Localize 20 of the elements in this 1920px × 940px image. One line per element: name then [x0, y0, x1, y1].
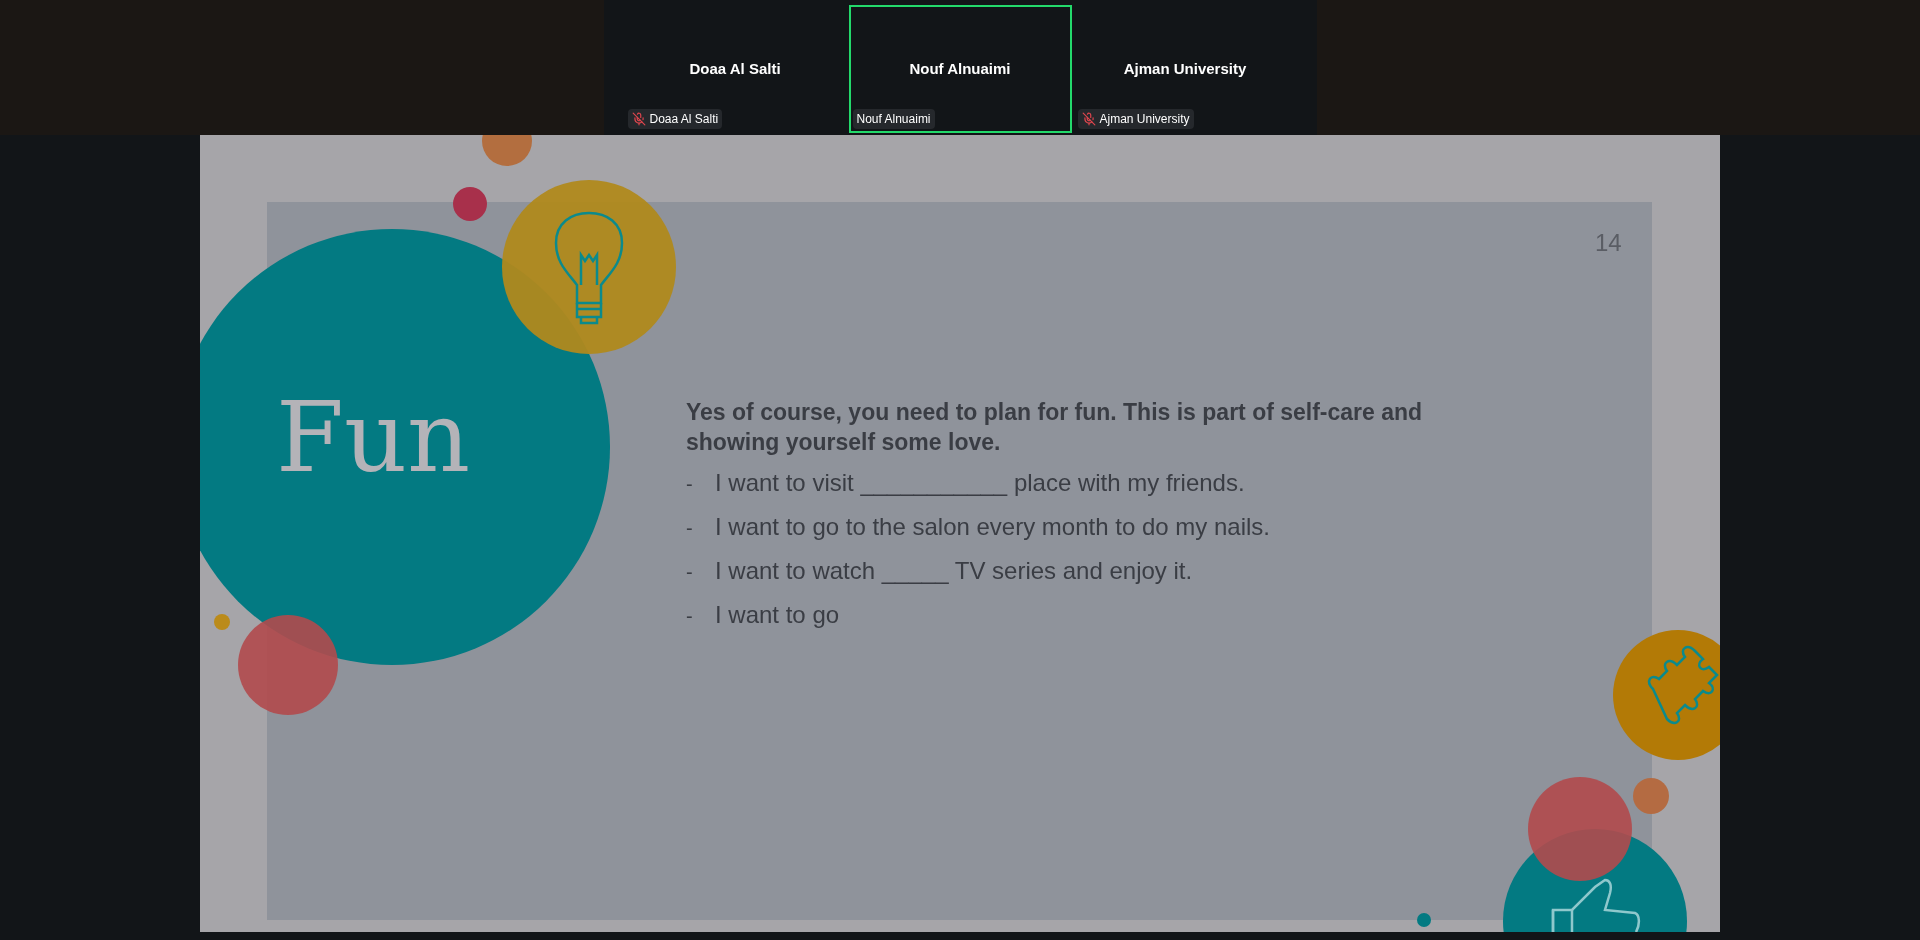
- bullet-dash: -: [686, 604, 694, 629]
- decor-circle: [453, 187, 487, 221]
- bullet-text: I want to watch _____ TV series and enjoy it.: [715, 556, 1193, 586]
- decor-circle: [1633, 778, 1669, 814]
- decor-circle: [1417, 913, 1431, 927]
- participant-name: Ajman University: [1123, 58, 1247, 79]
- bullet-dash: -: [686, 516, 694, 541]
- bullet-text: I want to go to the salon every month to do my nails.: [715, 512, 1270, 542]
- video-tile[interactable]: Nouf Alnuaimi Nouf Alnuaimi: [848, 5, 1072, 133]
- label-text: Ajman University: [1099, 111, 1190, 128]
- slide-intro: Yes of course, you need to plan for fun. This is part of self-care and showing yourself some love.: [686, 398, 1424, 457]
- bullet-dash: -: [686, 560, 694, 585]
- bullet-dash: -: [686, 472, 694, 497]
- label-text: Doaa Al Salti: [649, 111, 719, 128]
- participant-name: Nouf Alnuaimi: [909, 58, 1011, 79]
- bullet-text: I want to go: [715, 600, 840, 630]
- slide-title: Fun: [276, 388, 471, 486]
- label-text: Nouf Alnuaimi: [856, 111, 931, 128]
- bullet-text: I want to visit ___________ place with my friends.: [715, 468, 1245, 498]
- participant-name: Doaa Al Salti: [689, 58, 781, 79]
